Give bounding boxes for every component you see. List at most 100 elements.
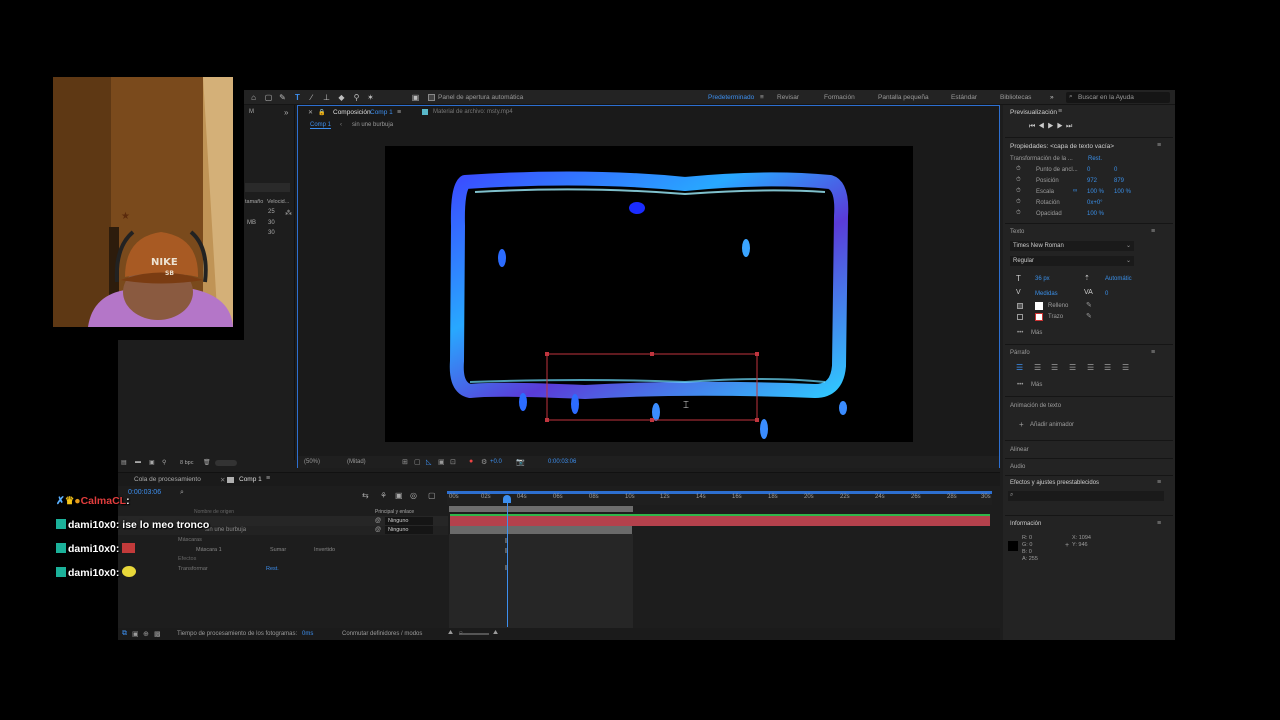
toggle-switches-button[interactable]: Conmutar definidores / modos — [342, 631, 422, 637]
stopwatch-icon[interactable]: ⏱ — [1016, 166, 1021, 173]
help-search-input[interactable]: ⌕ Buscar en la Ayuda — [1066, 92, 1170, 103]
stroke-swatch[interactable] — [1035, 313, 1043, 321]
fill-swatch[interactable] — [1035, 302, 1043, 310]
preview-controls[interactable]: ⏮◀▶▶⏭ — [1029, 123, 1075, 131]
source-name-header[interactable]: Nombre de origen — [194, 509, 234, 515]
stopwatch-icon[interactable]: ⏱ — [1016, 210, 1021, 217]
timeline-tool-icon[interactable]: ⇆ — [362, 491, 369, 500]
stopwatch-icon[interactable]: ⏱ — [1016, 199, 1021, 206]
playhead-handle[interactable] — [503, 495, 511, 503]
text-menu-icon[interactable]: ≡ — [1151, 228, 1155, 235]
more-dots-icon[interactable]: ••• — [1017, 330, 1023, 336]
layer2-parent-icon[interactable]: @ — [375, 527, 381, 533]
render-icon[interactable]: ⧉ — [122, 630, 127, 638]
playhead-line[interactable] — [507, 497, 508, 627]
tab-menu-icon[interactable]: ≡ — [397, 109, 401, 116]
composition-canvas[interactable]: ⌶ — [385, 146, 913, 442]
breadcrumb-layer[interactable]: sin une burbuja — [352, 122, 393, 128]
tracking-value[interactable]: 0 — [1105, 291, 1108, 297]
workspace-review[interactable]: Revisar — [777, 94, 799, 101]
grid-icon[interactable]: ⊞ — [402, 458, 408, 466]
pen-tool-icon[interactable]: ✎ — [278, 93, 287, 102]
kerning-value[interactable]: Medidas — [1035, 291, 1058, 297]
zoom-out-icon[interactable]: ⛰ — [448, 630, 453, 637]
draft-3d-icon[interactable]: ⚘ — [380, 491, 387, 500]
opacity-value[interactable]: 100 % — [1087, 211, 1104, 217]
selection-tool-icon[interactable]: ▢ — [264, 93, 273, 102]
eraser-tool-icon[interactable]: ◆ — [337, 93, 346, 102]
trash-icon[interactable]: 🗑 — [203, 459, 211, 466]
3d-view-icon[interactable]: ⊡ — [450, 458, 456, 466]
project-search-bar[interactable] — [245, 183, 290, 192]
eyedropper-icon[interactable]: ✎ — [1086, 301, 1092, 309]
masks-group[interactable]: Máscaras — [178, 537, 202, 543]
workspace-learn[interactable]: Formación — [824, 94, 855, 101]
exposure-value[interactable]: +0.0 — [490, 459, 502, 465]
stopwatch-icon[interactable]: ⏱ — [1016, 177, 1021, 184]
workspace-small-screen[interactable]: Pantalla pequeña — [878, 94, 929, 101]
panel-expand-icon[interactable]: » — [284, 108, 288, 117]
properties-menu-icon[interactable]: ≡ — [1157, 142, 1161, 149]
snapshot-icon[interactable]: 📷 — [516, 458, 525, 466]
workspace-menu-icon[interactable]: ≡ — [760, 94, 764, 101]
close-tab-icon[interactable]: ✕ — [220, 476, 225, 484]
roto-brush-icon[interactable]: ⚲ — [352, 93, 361, 102]
layer1-parent-select[interactable]: Ninguno — [385, 517, 433, 525]
add-icon[interactable]: + — [1019, 420, 1024, 429]
stopwatch-icon[interactable]: ⏱ — [1016, 188, 1021, 195]
workspace-default[interactable]: Predeterminado — [708, 94, 754, 101]
paragraph-menu-icon[interactable]: ≡ — [1151, 349, 1155, 356]
exposure-icon[interactable]: ⚙ — [481, 458, 487, 466]
column-fps-header[interactable]: Velocid... — [267, 199, 289, 205]
region-icon[interactable]: ◺ — [426, 458, 431, 466]
more-workspaces-icon[interactable]: » — [1050, 94, 1054, 101]
audio-panel-title[interactable]: Audio — [1010, 464, 1025, 470]
work-area-range[interactable] — [449, 506, 633, 512]
search-icon[interactable]: ⌕ — [180, 489, 184, 497]
composition-tab-label[interactable]: Composición — [333, 109, 371, 116]
auto-panel-checkbox[interactable] — [428, 94, 435, 101]
transform-group[interactable]: Transformar — [178, 566, 208, 572]
parent-link-header[interactable]: Principal y enlace — [375, 509, 414, 515]
layer1-bar[interactable] — [450, 516, 990, 526]
mask-1-name[interactable]: Máscara 1 — [196, 547, 222, 553]
comp-timeline-tab[interactable]: Comp 1 — [239, 476, 262, 483]
puppet-tool-icon[interactable]: ✶ — [366, 93, 375, 102]
frame-blend-icon[interactable]: ◎ — [410, 491, 417, 500]
effects-menu-icon[interactable]: ≡ — [1157, 479, 1161, 486]
align-right-icon[interactable]: ☰ — [1051, 363, 1058, 372]
justify-all-icon[interactable]: ☰ — [1122, 363, 1129, 372]
switches-icon[interactable]: ▣ — [132, 630, 139, 638]
fill-checkbox[interactable] — [1017, 303, 1023, 309]
scale-x[interactable]: 100 % — [1087, 189, 1104, 195]
mask-inverted[interactable]: Invertido — [314, 547, 335, 553]
new-comp-icon[interactable]: ▣ — [149, 459, 155, 466]
keyframe-icon[interactable]: I — [505, 538, 507, 545]
layer2-name[interactable]: sin une burbuja — [205, 527, 246, 533]
eyedropper-icon[interactable]: ✎ — [1086, 312, 1092, 320]
thumbnail-slider[interactable] — [215, 460, 237, 466]
footage-tab[interactable]: Material de archivo: msty.mp4 — [433, 109, 513, 115]
zoom-slider[interactable] — [459, 633, 489, 635]
stroke-checkbox[interactable] — [1017, 314, 1023, 320]
justify-left-icon[interactable]: ☰ — [1069, 363, 1076, 372]
breadcrumb-comp[interactable]: Comp 1 — [310, 122, 332, 129]
zoom-slider-knob[interactable]: ○ — [459, 630, 463, 636]
resolution-dropdown[interactable]: (Mitad) — [347, 459, 366, 465]
transform-reset[interactable]: Rest. — [1088, 156, 1102, 162]
transparency-icon[interactable]: ▣ — [438, 458, 445, 466]
align-panel-title[interactable]: Alinear — [1010, 447, 1029, 453]
scale-y[interactable]: 100 % — [1114, 189, 1131, 195]
align-center-icon[interactable]: ☰ — [1034, 363, 1041, 372]
link-icon[interactable]: ∞ — [1073, 188, 1077, 194]
home-icon[interactable]: ⌂ — [249, 93, 258, 102]
column-size-header[interactable]: tamaño — [245, 199, 263, 205]
composition-tab-name[interactable]: Comp 1 — [370, 109, 393, 116]
clone-stamp-icon[interactable]: ⊥ — [322, 93, 331, 102]
zoom-in-icon[interactable]: ⛰ — [493, 630, 498, 637]
panel-icon[interactable]: ▣ — [411, 93, 420, 102]
channel-icon[interactable]: ● — [469, 458, 473, 465]
settings-icon[interactable]: ⚲ — [162, 459, 166, 466]
workspace-libraries[interactable]: Bibliotecas — [1000, 94, 1031, 101]
position-y[interactable]: 879 — [1114, 178, 1124, 184]
